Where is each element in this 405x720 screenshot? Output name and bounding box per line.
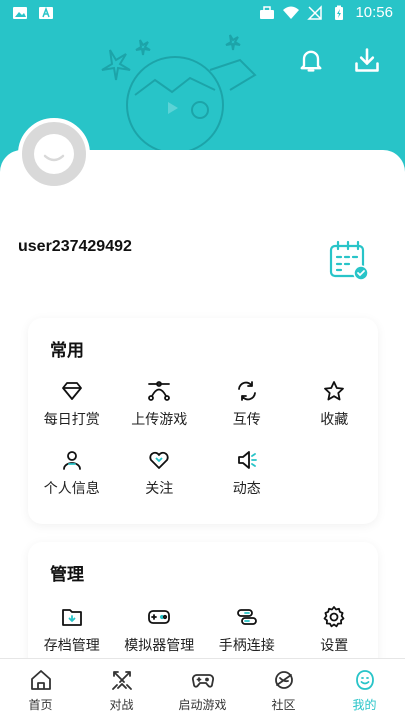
follow-item[interactable]: 关注	[116, 447, 204, 498]
common-grid: 每日打赏 上传游戏 互传 收藏 个人信息 关注 动态	[28, 378, 378, 498]
item-label: 手柄连接	[218, 638, 275, 654]
emulator-management-item[interactable]: 模拟器管理	[116, 604, 204, 655]
favorites-item[interactable]: 收藏	[291, 378, 379, 429]
tab-home[interactable]: 首页	[0, 659, 81, 720]
item-label: 关注	[145, 481, 174, 497]
activity-item[interactable]: 动态	[203, 447, 291, 498]
save-management-item[interactable]: 存档管理	[28, 604, 116, 655]
tab-label: 我的	[352, 698, 377, 712]
tab-mine[interactable]: 我的	[324, 659, 405, 720]
gamepad-icon	[148, 610, 171, 624]
daily-reward-item[interactable]: 每日打赏	[28, 378, 116, 429]
bell-icon	[300, 50, 322, 72]
item-label: 上传游戏	[131, 412, 188, 428]
header-actions	[295, 44, 383, 76]
section-title: 常用	[50, 341, 84, 361]
upload-game-item[interactable]: 上传游戏	[116, 378, 204, 429]
item-label: 模拟器管理	[124, 638, 195, 654]
planet-icon	[274, 671, 293, 689]
transfer-item[interactable]: 互传	[203, 378, 291, 429]
gear-icon	[323, 606, 345, 628]
smile-face-icon	[34, 134, 74, 174]
link-icon	[236, 609, 257, 625]
tab-label: 社区	[271, 698, 296, 712]
controller-connect-item[interactable]: 手柄连接	[203, 604, 291, 655]
item-label: 互传	[232, 412, 261, 428]
tab-community[interactable]: 社区	[243, 659, 324, 720]
controller-icon	[191, 674, 214, 688]
item-label: 动态	[232, 481, 261, 497]
status-bar: 10:56	[0, 0, 405, 30]
folder-icon	[61, 609, 82, 626]
heart-icon	[149, 451, 169, 469]
status-time: 10:56	[355, 4, 393, 21]
personal-info-item[interactable]: 个人信息	[28, 447, 116, 498]
bezier-icon	[148, 381, 171, 401]
item-label: 收藏	[320, 412, 349, 428]
image-notification-icon	[13, 7, 27, 19]
common-section: 常用 每日打赏 上传游戏 互传 收藏 个人信息 关注 动态	[28, 318, 378, 524]
calendar-check-icon	[329, 240, 369, 281]
diamond-icon	[61, 382, 82, 400]
home-icon	[30, 670, 51, 690]
star-icon	[324, 381, 345, 401]
person-icon	[62, 451, 81, 470]
avatar[interactable]	[18, 118, 90, 190]
download-icon	[355, 48, 379, 72]
smile-face-icon	[355, 670, 374, 690]
username: user237429492	[18, 238, 132, 255]
tab-launch-game[interactable]: 启动游戏	[162, 659, 243, 720]
tab-label: 首页	[28, 698, 53, 712]
bottom-tab-bar: 首页 对战 启动游戏 社区 我的	[0, 658, 405, 720]
section-title: 管理	[50, 565, 84, 585]
check-in-calendar-button[interactable]	[328, 240, 370, 282]
battery-charging-icon	[335, 5, 344, 20]
settings-item[interactable]: 设置	[291, 604, 379, 655]
tab-label: 对战	[109, 698, 134, 712]
item-label: 每日打赏	[43, 412, 100, 428]
notification-button[interactable]	[295, 44, 327, 76]
app-notification-icon	[39, 6, 53, 19]
tab-label: 启动游戏	[178, 698, 227, 712]
no-signal-icon	[307, 4, 323, 20]
manage-grid: 存档管理 模拟器管理 手柄连接 设置	[28, 604, 378, 655]
item-label: 设置	[320, 638, 349, 654]
swords-icon	[111, 671, 132, 690]
wifi-icon	[283, 6, 300, 19]
item-label: 个人信息	[43, 481, 100, 497]
tab-battle[interactable]: 对战	[81, 659, 162, 720]
item-label: 存档管理	[43, 638, 100, 654]
sync-icon	[237, 381, 256, 401]
speaker-icon	[237, 451, 257, 469]
briefcase-icon	[260, 5, 275, 19]
download-button[interactable]	[351, 44, 383, 76]
mascot-illustration	[101, 34, 257, 154]
